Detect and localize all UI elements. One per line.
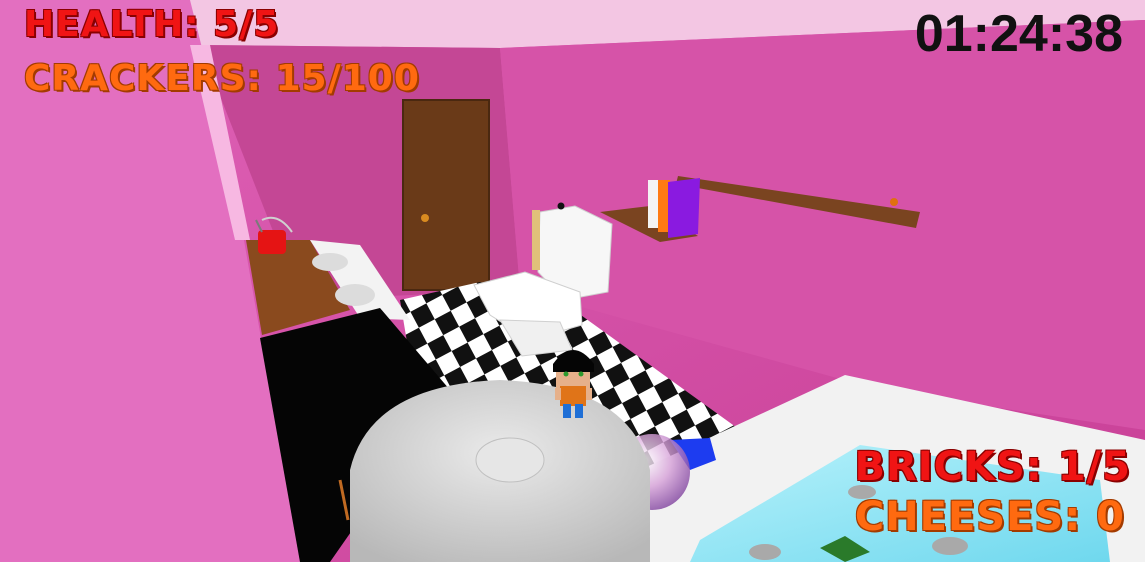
game-timer: 01:24:38	[914, 5, 1123, 63]
bricks-counter: BRICKS: 1/5	[854, 444, 1131, 490]
door-knob	[421, 214, 429, 222]
crackers-counter: CRACKERS: 15/100	[24, 58, 420, 99]
cheeses-counter: CHEESES: 0	[854, 494, 1125, 540]
book-purple	[668, 178, 700, 238]
health-counter: HEALTH: 5/5	[24, 4, 280, 45]
red-cup	[258, 230, 286, 254]
door	[403, 100, 489, 290]
